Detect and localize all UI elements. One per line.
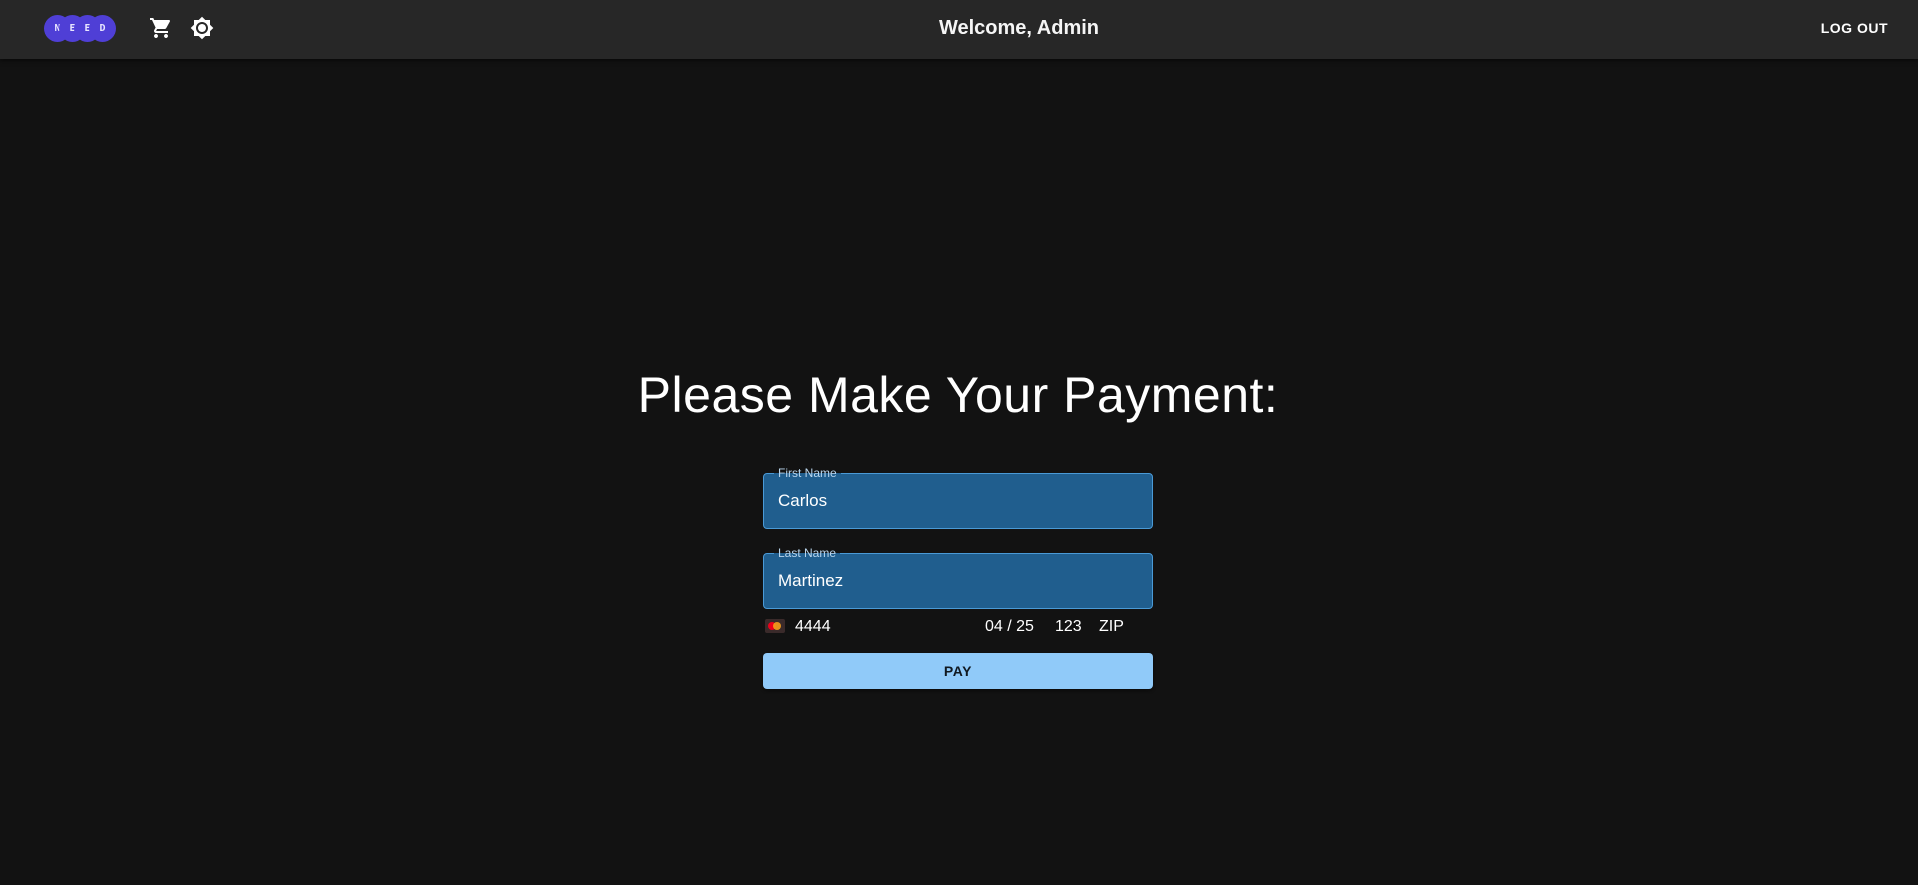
- last-name-field[interactable]: Last Name: [763, 546, 1153, 609]
- cart-button[interactable]: [147, 14, 175, 42]
- app-bar: N E E D Welcome, Admin LOG OUT: [0, 0, 1918, 59]
- logout-button[interactable]: LOG OUT: [1821, 14, 1888, 42]
- theme-toggle-button[interactable]: [188, 14, 216, 42]
- card-cvc-input[interactable]: 123: [1055, 618, 1082, 636]
- card-number-input[interactable]: 4444: [795, 618, 831, 636]
- card-expiry-input[interactable]: 04 / 25: [985, 618, 1034, 636]
- mastercard-icon: [765, 619, 785, 633]
- page-title: Please Make Your Payment:: [637, 367, 1279, 423]
- welcome-text: Welcome, Admin: [938, 16, 1100, 39]
- pay-button[interactable]: PAY: [763, 653, 1153, 689]
- card-zip-input[interactable]: ZIP: [1099, 618, 1124, 636]
- card-element[interactable]: 4444 04 / 25 123 ZIP: [763, 614, 1153, 639]
- need-logo[interactable]: N E E D: [44, 15, 116, 42]
- logo-letter: D: [89, 15, 116, 42]
- first-name-field[interactable]: First Name: [763, 466, 1153, 529]
- welcome-container: Welcome, Admin: [0, 0, 1918, 56]
- shopping-cart-icon: [150, 18, 171, 38]
- brightness-icon: [190, 16, 214, 40]
- last-name-input[interactable]: [764, 554, 1152, 608]
- first-name-input[interactable]: [764, 474, 1152, 528]
